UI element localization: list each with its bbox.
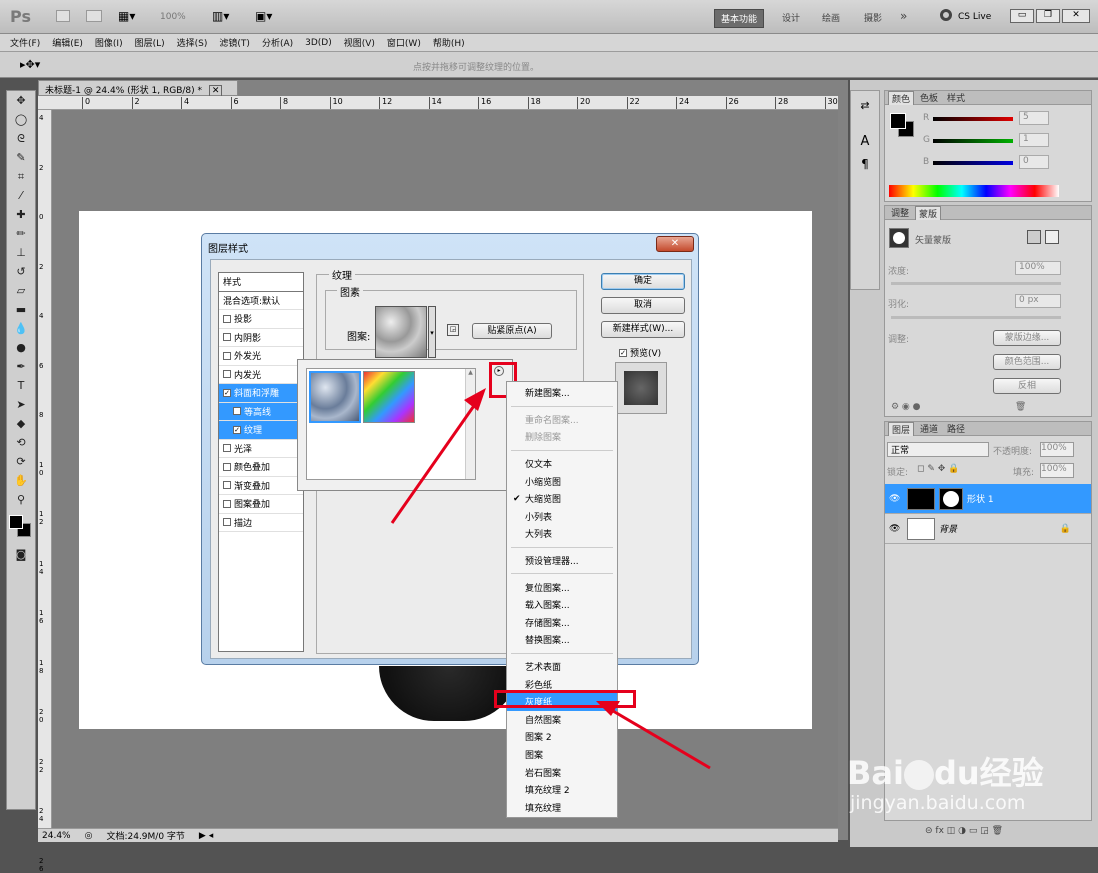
color-panel: 颜色 色板 样式 R 5 G 1 B 0 xyxy=(884,90,1092,202)
fill-label: 填充: xyxy=(1013,468,1035,478)
history-icon[interactable]: ⇄ xyxy=(851,99,879,112)
invert-button[interactable]: 反相 xyxy=(993,378,1061,394)
color-value-field[interactable]: 1 xyxy=(1019,133,1049,147)
tab-adjustments[interactable]: 调整 xyxy=(888,206,912,219)
baidu-watermark: Bai du经验 xyxy=(847,748,1044,794)
watermark-url: jingyan.baidu.com xyxy=(850,792,1026,814)
tab-color[interactable]: 颜色 xyxy=(888,90,915,105)
visibility-eye-icon[interactable]: 👁 xyxy=(889,524,903,534)
color-slider[interactable] xyxy=(933,139,1013,143)
color-slider-label: R xyxy=(923,113,930,123)
vector-mask-thumbnail xyxy=(889,228,909,248)
color-slider[interactable] xyxy=(933,161,1013,165)
tab-swatches[interactable]: 色板 xyxy=(917,91,941,104)
color-value-field[interactable]: 5 xyxy=(1019,111,1049,125)
paragraph-icon[interactable]: ¶ xyxy=(851,157,879,171)
opacity-field[interactable]: 100% xyxy=(1040,442,1074,457)
lock-icon: 🔒 xyxy=(1059,523,1071,534)
feather-label: 羽化: xyxy=(888,300,910,310)
layer-name: 背景 xyxy=(939,525,958,535)
watermark-brand2: du xyxy=(933,754,980,792)
character-icon[interactable]: A xyxy=(851,134,879,149)
tab-styles[interactable]: 样式 xyxy=(944,91,968,104)
color-slider-label: B xyxy=(923,157,930,167)
layer-row[interactable]: 👁 形状 1 xyxy=(885,484,1091,514)
masks-panel: 调整 蒙版 矢量蒙版 浓度: 100% 羽化: 0 px 调整: 蒙版边缘...… xyxy=(884,205,1092,417)
baidu-paw-icon xyxy=(903,760,934,790)
arrow-to-gray-paper xyxy=(607,706,711,770)
watermark-brand: Bai xyxy=(847,754,904,792)
color-value-field[interactable]: 0 xyxy=(1019,155,1049,169)
collapsed-icon-strip: ⇄ A ¶ xyxy=(850,90,880,290)
layer-thumbnail xyxy=(907,517,935,540)
ruler-tick-label: 2 6 xyxy=(39,856,44,873)
refine-label: 调整: xyxy=(888,335,910,345)
density-label: 浓度: xyxy=(888,267,910,277)
color-slider-label: G xyxy=(923,135,930,145)
density-slider[interactable] xyxy=(891,282,1061,285)
tab-layers[interactable]: 图层 xyxy=(888,421,915,436)
visibility-eye-icon[interactable]: 👁 xyxy=(889,494,903,504)
tab-channels[interactable]: 通道 xyxy=(917,422,941,435)
foreground-color-swatch[interactable] xyxy=(890,113,906,129)
layer-mask-thumbnail[interactable] xyxy=(939,487,963,510)
pixel-mask-icon[interactable] xyxy=(1027,230,1041,244)
arrowhead-menu-button xyxy=(464,388,486,411)
layer-thumbnail xyxy=(907,487,935,510)
layer-row[interactable]: 👁 背景 🔒 xyxy=(885,514,1091,544)
color-range-button[interactable]: 颜色范围... xyxy=(993,354,1061,370)
opacity-label: 不透明度: xyxy=(993,447,1033,457)
density-field[interactable]: 100% xyxy=(1015,261,1061,275)
mask-edge-button[interactable]: 蒙版边缘... xyxy=(993,330,1061,346)
tab-paths[interactable]: 路径 xyxy=(944,422,968,435)
lock-label: 锁定: xyxy=(887,468,909,478)
layers-footer-icons[interactable]: ⊝ fx ◫ ◑ ▭ ◲ 🗑 xyxy=(925,826,1003,836)
fill-field[interactable]: 100% xyxy=(1040,463,1074,478)
lock-icons[interactable]: ◻ ✎ ✥ 🔒 xyxy=(917,464,959,474)
feather-slider[interactable] xyxy=(891,316,1061,319)
arrow-to-menu-button xyxy=(390,399,480,524)
watermark-brand-cn: 经验 xyxy=(979,754,1044,792)
blend-mode-select[interactable]: 正常 xyxy=(887,442,989,457)
layer-name: 形状 1 xyxy=(967,495,994,505)
mask-footer-icons[interactable]: ⚙ ◉ ● 🗑 xyxy=(891,402,1026,412)
tab-masks[interactable]: 蒙版 xyxy=(915,205,942,220)
color-spectrum-bar[interactable] xyxy=(889,185,1059,197)
color-slider[interactable] xyxy=(933,117,1013,121)
vector-mask-label: 矢量蒙版 xyxy=(915,236,952,246)
feather-field[interactable]: 0 px xyxy=(1015,294,1061,308)
vector-mask-icon[interactable] xyxy=(1045,230,1059,244)
